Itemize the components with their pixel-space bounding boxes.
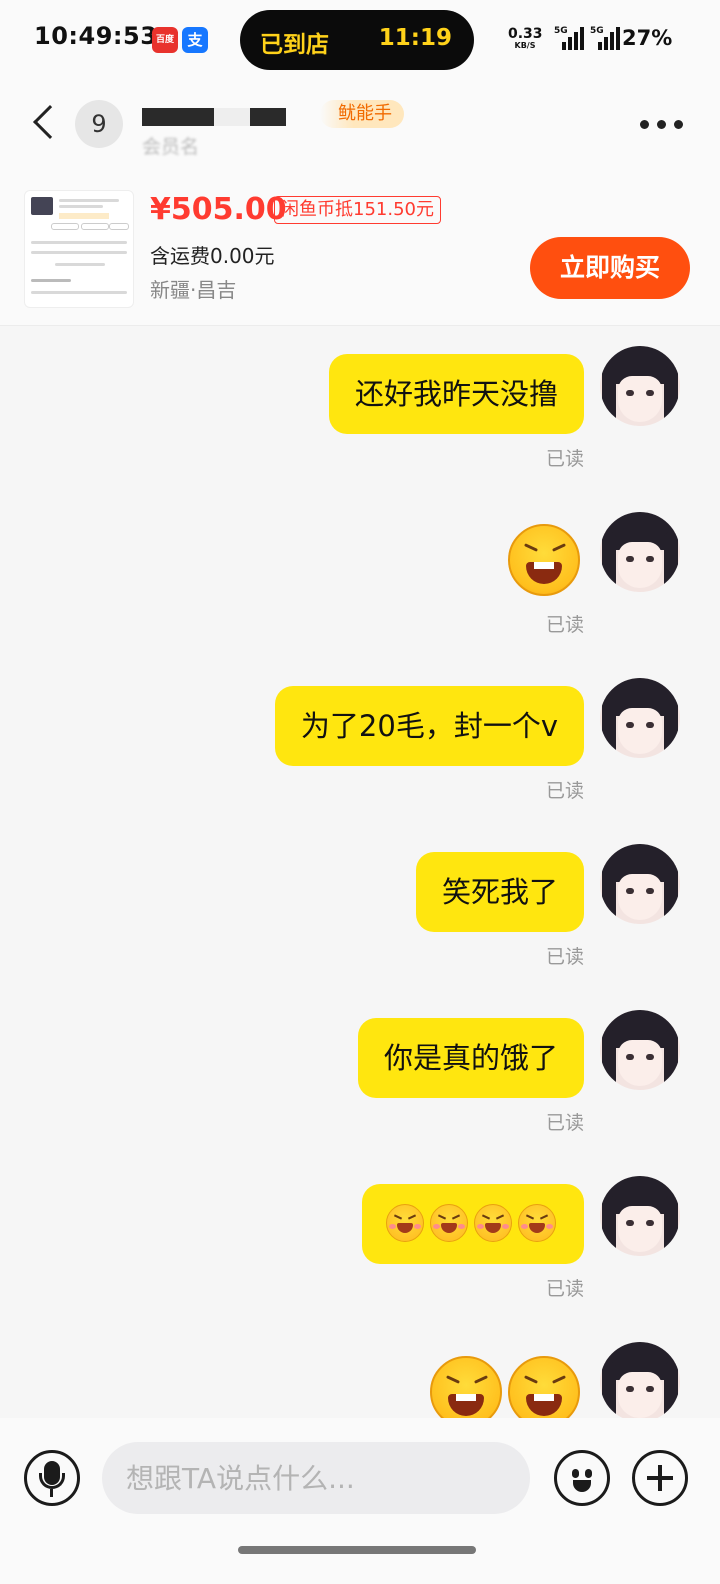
read-status: 已读 — [546, 1278, 585, 1300]
status-clock: 10:49:53 — [34, 22, 158, 50]
message-bubble[interactable]: 还好我昨天没撸 — [328, 354, 584, 434]
battery-level: 27% — [622, 26, 673, 50]
redacted-name — [142, 108, 214, 126]
island-time-text: 11:19 — [378, 25, 452, 51]
product-price: ¥505.00 — [150, 192, 287, 227]
message-item: 已读 — [0, 492, 720, 658]
product-card[interactable]: ¥505.00 闲鱼币抵151.50元 含运费0.00元 新疆·昌吉 立即购买 — [0, 170, 720, 326]
laughing-emoji-icon — [430, 1204, 468, 1242]
laughing-emoji-icon — [518, 1204, 556, 1242]
read-status: 已读 — [546, 448, 585, 470]
user-avatar[interactable] — [600, 346, 680, 426]
user-avatar[interactable] — [600, 1342, 680, 1418]
network-speed: 0.33 KB/S — [508, 26, 543, 51]
message-item: 还好我昨天没撸 已读 — [0, 326, 720, 492]
read-status: 已读 — [546, 1112, 585, 1134]
alipay-app-icon: 支 — [182, 27, 208, 53]
redacted-name-gap — [214, 108, 250, 126]
laughing-emoji-icon — [474, 1204, 512, 1242]
back-arrow-icon[interactable] — [33, 105, 67, 139]
emoji-picker-icon[interactable] — [554, 1450, 610, 1506]
network-speed-unit: KB/S — [514, 41, 536, 50]
seller-tag: 鱿能手 — [320, 100, 404, 128]
grinning-squint-emoji-icon[interactable] — [508, 1356, 580, 1418]
message-item: 已读 — [0, 1156, 720, 1322]
network-speed-value: 0.33 — [508, 26, 543, 42]
status-bar: 10:49:53 百度 支 已到店 11:19 0.33 KB/S 5G 5G … — [0, 0, 720, 80]
member-name-blurred: 会员名 — [142, 136, 200, 158]
voice-mic-icon[interactable] — [24, 1450, 80, 1506]
product-thumbnail[interactable] — [24, 190, 134, 308]
user-avatar[interactable] — [600, 678, 680, 758]
message-item: 笑死我了 已读 — [0, 824, 720, 990]
message-list[interactable]: 还好我昨天没撸 已读 已读 为了20毛，封一个v 已读 笑死我了 已读 你是真的… — [0, 326, 720, 1418]
more-options-icon[interactable] — [640, 120, 684, 130]
read-status: 已读 — [546, 780, 585, 802]
baidu-app-icon: 百度 — [152, 27, 178, 53]
signal-icon-2: 5G — [590, 26, 622, 50]
input-bar — [0, 1418, 720, 1584]
home-indicator[interactable] — [238, 1546, 476, 1554]
signal-label: 5G — [554, 26, 568, 36]
laughing-emoji-icon — [386, 1204, 424, 1242]
shipping-fee: 含运费0.00元 — [150, 244, 275, 268]
message-item: 为了20毛，封一个v 已读 — [0, 658, 720, 824]
message-bubble[interactable]: 你是真的饿了 — [357, 1018, 584, 1098]
user-avatar[interactable] — [600, 844, 680, 924]
signal-icon: 5G — [554, 26, 586, 50]
grinning-squint-emoji-icon[interactable] — [508, 524, 580, 596]
read-status: 已读 — [546, 946, 585, 968]
island-status-text: 已到店 — [260, 32, 329, 58]
coin-deduct-badge: 闲鱼币抵151.50元 — [274, 196, 441, 224]
unread-count-badge[interactable]: 9 — [75, 100, 123, 148]
buy-now-button[interactable]: 立即购买 — [530, 237, 690, 299]
message-input[interactable] — [102, 1442, 530, 1514]
user-avatar[interactable] — [600, 512, 680, 592]
read-status: 已读 — [546, 614, 585, 636]
add-attachment-icon[interactable] — [632, 1450, 688, 1506]
message-item: 你是真的饿了 已读 — [0, 990, 720, 1156]
message-bubble[interactable]: 笑死我了 — [415, 852, 584, 932]
chat-header: 9 鱿能手 会员名 — [0, 80, 720, 170]
signal-label-2: 5G — [590, 26, 604, 36]
dynamic-island[interactable]: 已到店 11:19 — [240, 10, 474, 70]
user-avatar[interactable] — [600, 1176, 680, 1256]
message-bubble[interactable] — [362, 1184, 584, 1264]
redacted-name-2 — [250, 108, 286, 126]
grinning-squint-emoji-icon[interactable] — [430, 1356, 502, 1418]
user-avatar[interactable] — [600, 1010, 680, 1090]
message-bubble[interactable]: 为了20毛，封一个v — [274, 686, 584, 766]
product-location: 新疆·昌吉 — [150, 278, 237, 302]
message-item — [0, 1322, 720, 1418]
